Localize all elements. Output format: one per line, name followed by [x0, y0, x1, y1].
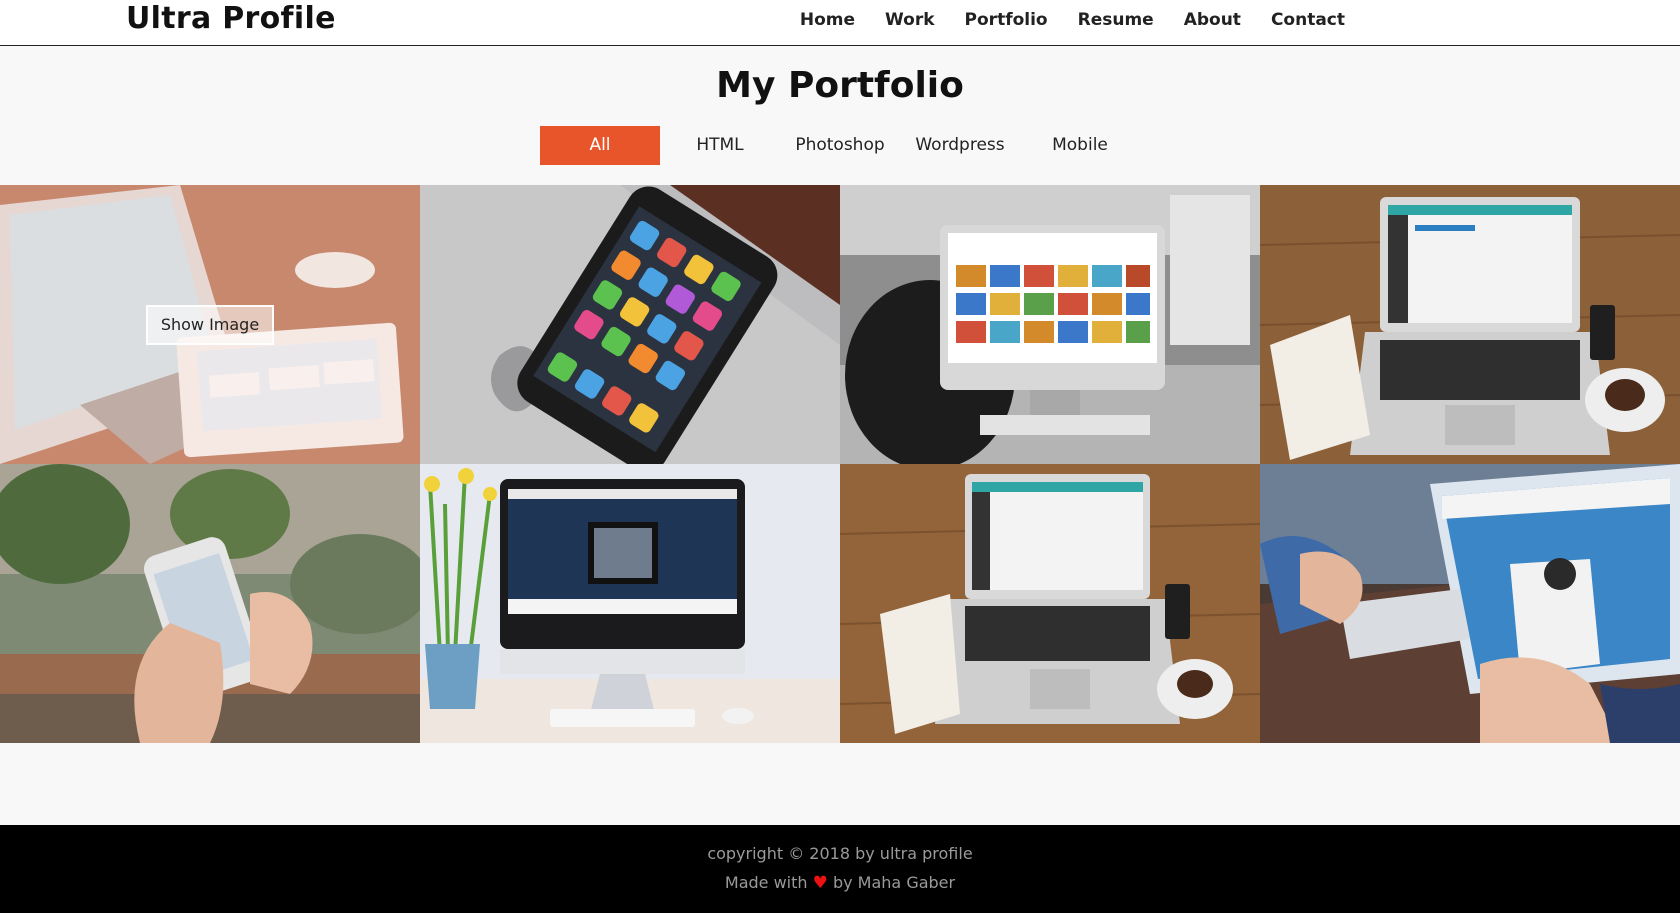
filter-html[interactable]: HTML	[660, 126, 780, 165]
nav-portfolio[interactable]: Portfolio	[965, 8, 1048, 32]
portfolio-title: My Portfolio	[716, 65, 964, 106]
portfolio-item-imac-daffodils[interactable]	[420, 464, 840, 743]
footer-made-with: Made with ♥ by Maha Gaber	[0, 872, 1680, 894]
iphone-hands-image	[0, 464, 420, 743]
portfolio-item-laptop-website[interactable]	[1260, 464, 1680, 743]
portfolio-item-macbook-wood-2[interactable]	[840, 464, 1260, 743]
nav-about[interactable]: About	[1184, 8, 1241, 32]
portfolio-item-iphone[interactable]	[420, 185, 840, 464]
footer-copyright: copyright © 2018 by ultra profile	[707, 844, 973, 863]
portfolio-filters: All HTML Photoshop Wordpress Mobile	[540, 126, 1140, 165]
made-with-prefix: Made with	[724, 873, 808, 892]
nav-resume[interactable]: Resume	[1078, 8, 1154, 32]
imac-bw-image	[840, 185, 1260, 464]
filter-all[interactable]: All	[540, 126, 660, 165]
portfolio-item-imac-bw[interactable]	[840, 185, 1260, 464]
iphone-image	[420, 185, 840, 464]
macbook-wood-image	[1260, 185, 1680, 464]
nav-work[interactable]: Work	[885, 8, 935, 32]
portfolio-item-iphone-hands[interactable]	[0, 464, 420, 743]
portfolio-item-macbook-wood[interactable]	[1260, 185, 1680, 464]
filter-photoshop[interactable]: Photoshop	[780, 126, 900, 165]
nav-contact[interactable]: Contact	[1271, 8, 1345, 32]
made-with-suffix: by Maha Gaber	[832, 873, 956, 892]
portfolio-item-laptop-tablet[interactable]: Show Image	[0, 185, 420, 464]
imac-daffodils-image	[420, 464, 840, 743]
brand-logo[interactable]: Ultra Profile	[126, 0, 336, 38]
filter-wordpress[interactable]: Wordpress	[900, 126, 1020, 165]
page-footer: copyright © 2018 by ultra profile Made w…	[0, 825, 1680, 913]
main-nav: Home Work Portfolio Resume About Contact	[800, 8, 1345, 32]
filter-mobile[interactable]: Mobile	[1020, 126, 1140, 165]
top-navbar: Ultra Profile Home Work Portfolio Resume…	[0, 0, 1680, 46]
show-image-button[interactable]: Show Image	[146, 305, 274, 345]
laptop-website-image	[1260, 464, 1680, 743]
macbook-wood-2-image	[840, 464, 1260, 743]
portfolio-grid: Show Image	[0, 185, 1680, 743]
nav-home[interactable]: Home	[800, 8, 855, 32]
heart-icon: ♥	[812, 873, 828, 893]
